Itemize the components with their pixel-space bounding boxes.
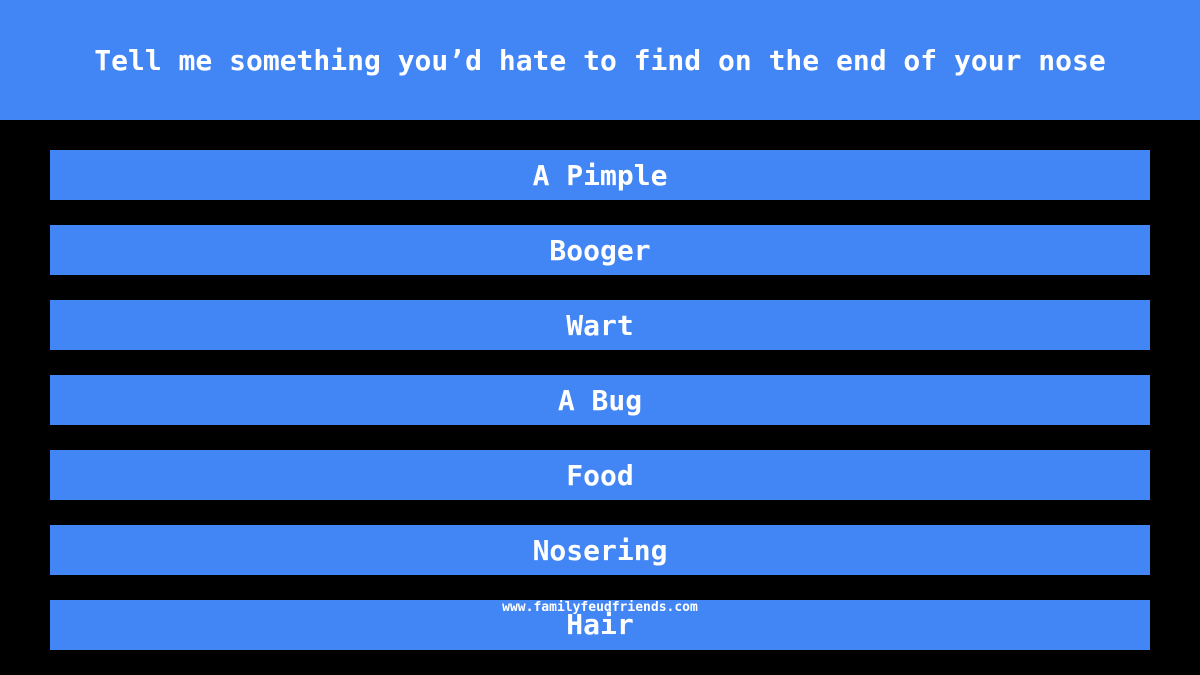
answer-item: A Bug xyxy=(50,375,1150,425)
answer-item: Nosering xyxy=(50,525,1150,575)
question-header: Tell me something you’d hate to find on … xyxy=(0,0,1200,120)
site-watermark: www.familyfeudfriends.com xyxy=(502,600,698,615)
answer-item: Booger xyxy=(50,225,1150,275)
answer-item: Food xyxy=(50,450,1150,500)
answer-item: Wart xyxy=(50,300,1150,350)
answer-item: A Pimple xyxy=(50,150,1150,200)
question-title: Tell me something you’d hate to find on … xyxy=(94,43,1106,77)
answer-list: A Pimple Booger Wart A Bug Food Nosering… xyxy=(50,150,1150,675)
